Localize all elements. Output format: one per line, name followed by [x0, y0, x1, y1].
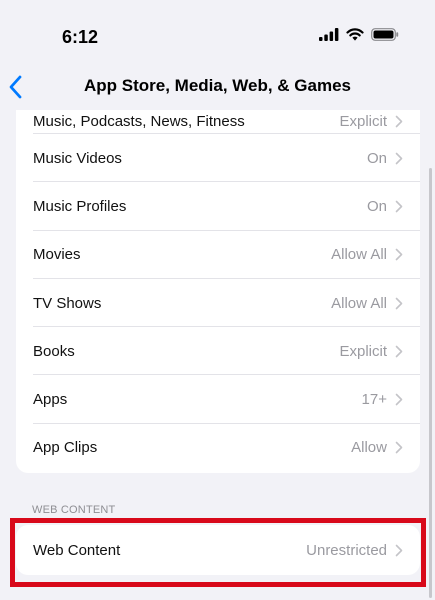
row-value: Explicit: [339, 112, 387, 130]
row-value: Allow: [351, 439, 387, 457]
chevron-right-icon: [395, 115, 403, 127]
chevron-right-icon: [395, 393, 403, 406]
settings-row-music-videos[interactable]: Music Videos On: [16, 134, 420, 183]
chevron-right-icon: [395, 248, 403, 261]
row-value: Allow All: [331, 294, 387, 312]
battery-icon: [371, 28, 399, 41]
scrollbar[interactable]: [429, 168, 432, 598]
settings-row-movies[interactable]: Movies Allow All: [16, 231, 420, 279]
highlight-box: [10, 518, 426, 587]
page-title: App Store, Media, Web, & Games: [83, 76, 352, 95]
status-time: 6:12: [62, 27, 99, 47]
row-label: Apps: [33, 391, 68, 409]
row-value: On: [366, 197, 387, 215]
signal-bars-icon: [319, 28, 339, 41]
row-label: App Clips: [33, 439, 98, 457]
wifi-icon: [346, 28, 364, 41]
navigation-bar: App Store, Media, Web, & Games: [0, 62, 435, 110]
row-label: Music Videos: [33, 149, 122, 167]
chevron-right-icon: [395, 152, 403, 164]
row-value: Allow All: [331, 246, 387, 264]
media-settings-card: Music, Podcasts, News, Fitness Explicit …: [16, 88, 420, 473]
chevron-right-icon: [395, 345, 403, 358]
screen: Music, Podcasts, News, Fitness Explicit …: [0, 0, 435, 600]
settings-row-tv-shows[interactable]: TV Shows Allow All: [16, 279, 420, 328]
settings-row-apps[interactable]: Apps 17+: [16, 375, 420, 424]
row-value: Explicit: [339, 342, 387, 360]
settings-row-music-profiles[interactable]: Music Profiles On: [16, 182, 420, 231]
chevron-right-icon: [395, 297, 403, 309]
row-value: On: [366, 149, 387, 167]
row-label: Music, Podcasts, News, Fitness: [33, 112, 245, 130]
row-label: Books: [33, 342, 75, 360]
row-label: TV Shows: [33, 294, 102, 312]
chevron-right-icon: [395, 200, 403, 213]
row-label: Movies: [33, 246, 81, 264]
row-value: 17+: [361, 391, 387, 409]
status-bar: 6:12: [0, 0, 435, 62]
settings-row-app-clips[interactable]: App Clips Allow: [16, 424, 420, 472]
settings-row-books[interactable]: Books Explicit: [16, 327, 420, 376]
chevron-right-icon: [395, 442, 403, 454]
row-label: Music Profiles: [33, 197, 127, 215]
section-header-web-content: WEB CONTENT: [32, 504, 116, 516]
status-icons: [319, 28, 399, 41]
